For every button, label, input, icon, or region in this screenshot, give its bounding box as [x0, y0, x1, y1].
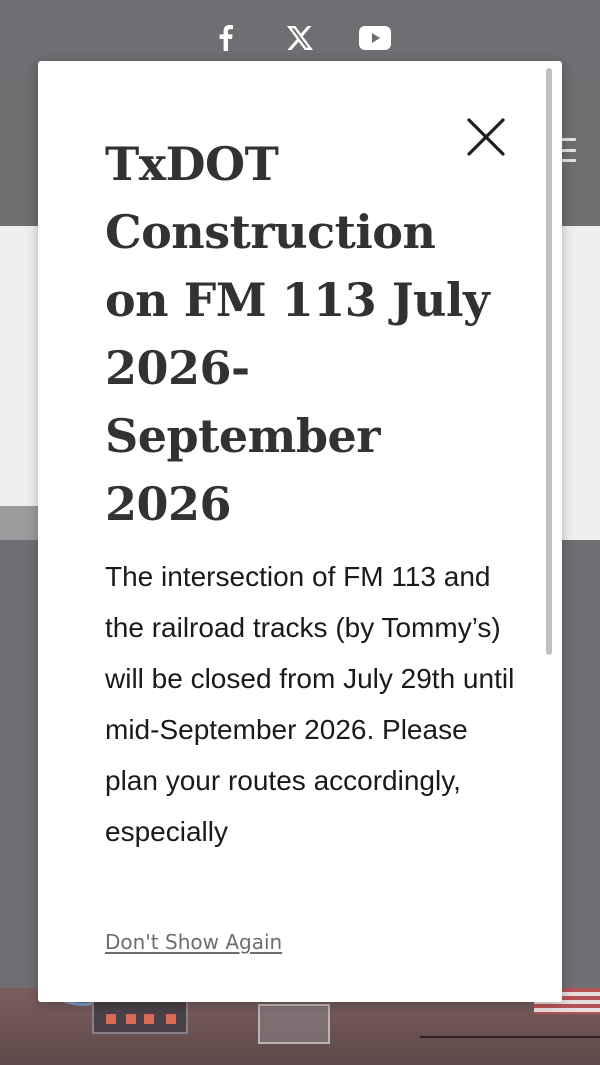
background-tab [0, 506, 40, 540]
modal-title: TxDOT Construction on FM 113 July 2026-S… [105, 137, 490, 531]
modal-scrollbar[interactable] [546, 68, 552, 655]
dont-show-again-link[interactable]: Don't Show Again [105, 930, 282, 954]
facebook-icon[interactable] [212, 18, 240, 58]
modal-body-text: The intersection of FM 113 and the railr… [105, 561, 515, 847]
x-twitter-icon[interactable] [285, 18, 315, 58]
youtube-icon[interactable] [358, 18, 392, 58]
